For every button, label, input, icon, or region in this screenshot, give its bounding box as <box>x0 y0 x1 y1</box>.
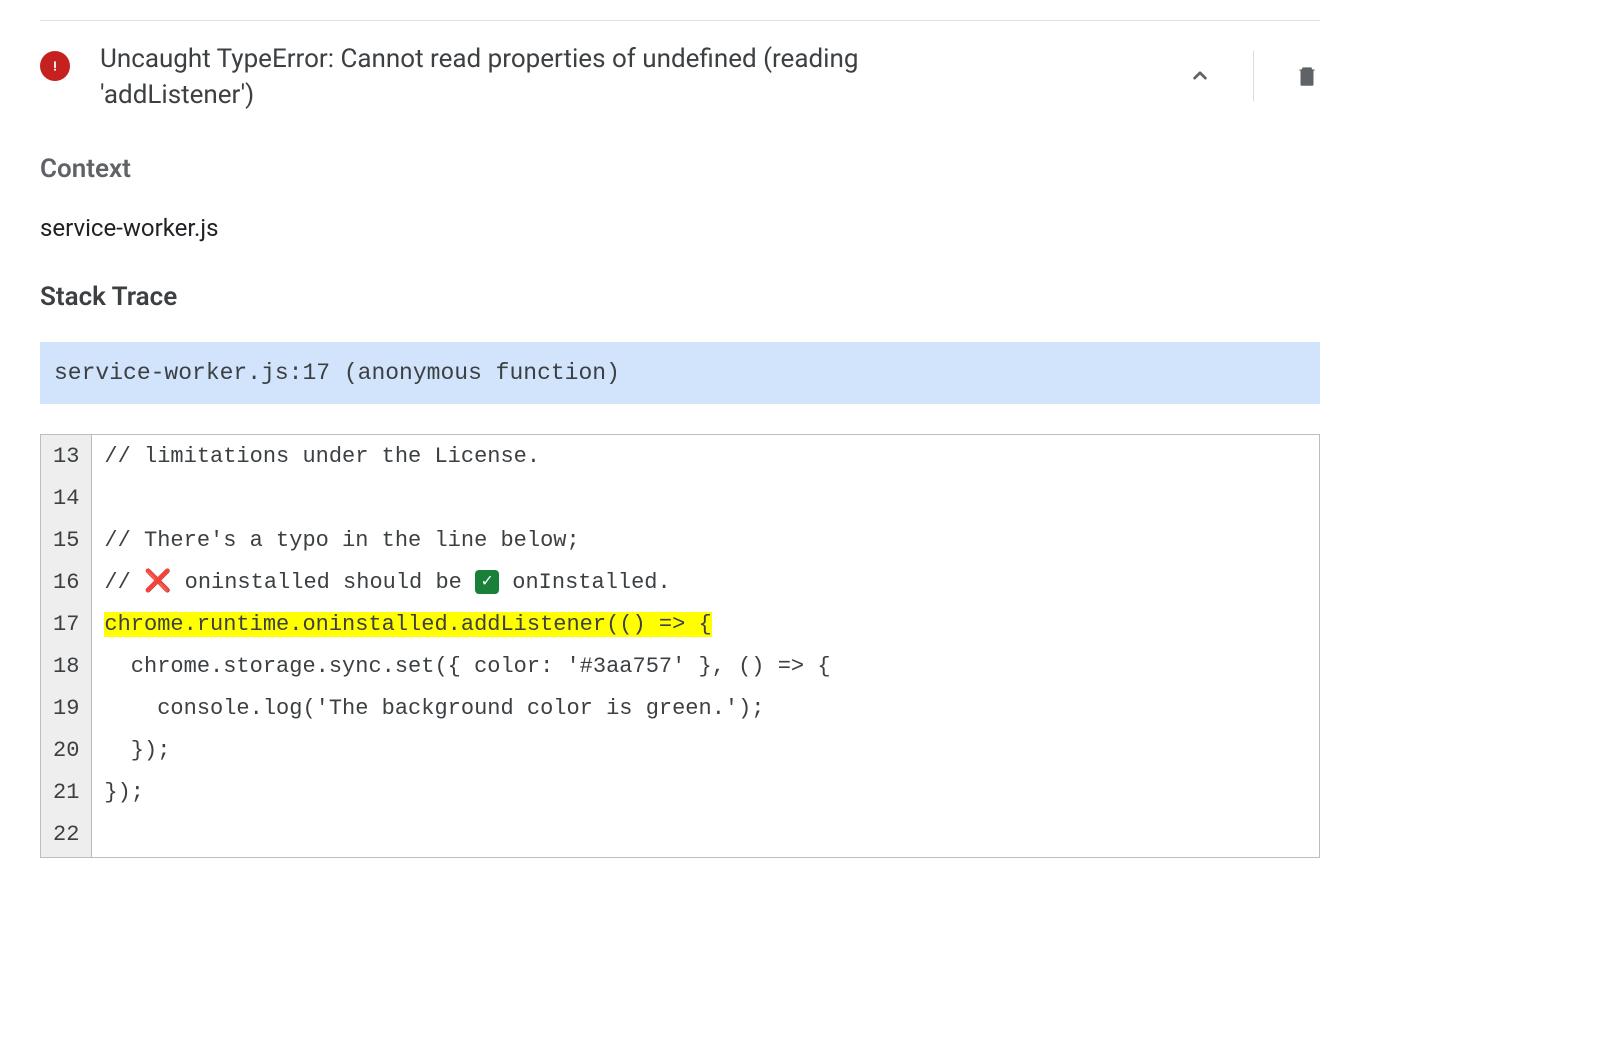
line-number: 22 <box>41 814 91 856</box>
code-line <box>92 478 1319 520</box>
code-line: // ❌ oninstalled should be ✓ onInstalled… <box>92 562 1319 604</box>
line-number: 18 <box>41 646 91 688</box>
code-line: }); <box>92 772 1319 814</box>
code-line: // There's a typo in the line below; <box>92 520 1319 562</box>
code-line: console.log('The background color is gre… <box>92 688 1319 730</box>
line-number: 16 <box>41 562 91 604</box>
line-number: 19 <box>41 688 91 730</box>
code-line: // limitations under the License. <box>92 436 1319 478</box>
delete-icon[interactable] <box>1294 63 1320 89</box>
line-number: 17 <box>41 604 91 646</box>
stack-trace-heading: Stack Trace <box>40 282 1320 312</box>
stack-frame[interactable]: service-worker.js:17 (anonymous function… <box>40 342 1320 404</box>
code-line: chrome.runtime.oninstalled.addListener((… <box>92 604 1319 646</box>
error-icon <box>40 51 70 81</box>
action-divider <box>1253 51 1254 101</box>
code-line: chrome.storage.sync.set({ color: '#3aa75… <box>92 646 1319 688</box>
line-number: 14 <box>41 478 91 520</box>
context-heading: Context <box>40 154 1320 184</box>
code-gutter: 13141516171819202122 <box>41 435 92 857</box>
check-icon: ✓ <box>475 570 499 594</box>
line-number: 21 <box>41 772 91 814</box>
line-number: 15 <box>41 520 91 562</box>
cross-icon: ❌ <box>144 570 171 595</box>
code-line: }); <box>92 730 1319 772</box>
error-header: Uncaught TypeError: Cannot read properti… <box>40 20 1320 144</box>
code-line <box>92 814 1319 856</box>
error-title: Uncaught TypeError: Cannot read properti… <box>100 41 920 114</box>
line-number: 20 <box>41 730 91 772</box>
code-lines: // limitations under the License. // The… <box>92 435 1319 857</box>
code-block: 13141516171819202122 // limitations unde… <box>40 434 1320 858</box>
line-number: 13 <box>41 436 91 478</box>
context-filename: service-worker.js <box>40 214 1320 242</box>
collapse-chevron-icon[interactable] <box>1187 63 1213 89</box>
